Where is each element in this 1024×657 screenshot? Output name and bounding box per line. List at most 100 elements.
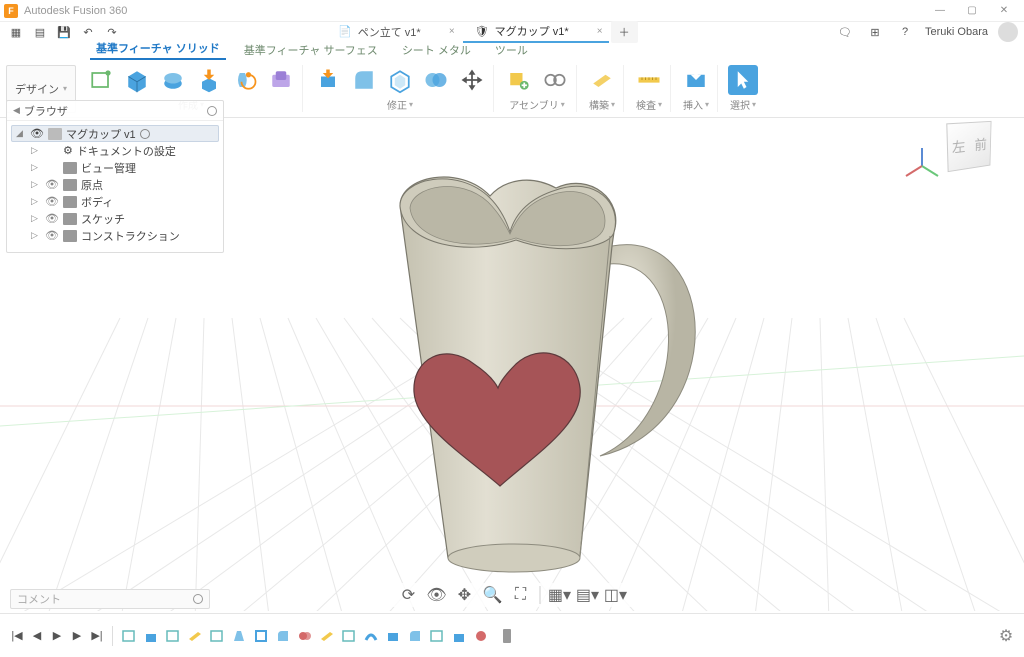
user-area: 🗨 ⊞ ? Teruki Obara — [835, 22, 1018, 42]
joint-icon[interactable] — [540, 65, 570, 95]
fillet-icon[interactable] — [349, 65, 379, 95]
select-icon[interactable] — [728, 65, 758, 95]
tree-item-docsettings[interactable]: ▷⚙ドキュメントの設定 — [11, 142, 219, 159]
viewcube-left[interactable]: 左 — [952, 137, 966, 158]
ribbon-tab-tools[interactable]: ツール — [489, 40, 534, 60]
feature-shell-1[interactable] — [252, 627, 270, 645]
viewcube-front[interactable]: 前 — [974, 135, 986, 155]
timeline-last[interactable]: ▶| — [88, 627, 106, 645]
display-settings-icon[interactable]: ▦▾ — [551, 586, 569, 604]
feature-sketch-5[interactable] — [428, 627, 446, 645]
data-panel-button[interactable]: ▦ — [6, 23, 26, 41]
create-form-icon[interactable] — [158, 65, 188, 95]
doc-tab-mugcup[interactable]: 🛡 マグカップ v1* × — [463, 21, 609, 43]
comment-input[interactable]: コメント — [10, 589, 210, 609]
file-button[interactable]: ▤ — [30, 23, 50, 41]
viewport-layout-icon[interactable]: ◫▾ — [607, 586, 625, 604]
feature-sketch-2[interactable] — [164, 627, 182, 645]
box-icon[interactable] — [122, 65, 152, 95]
notifications-icon[interactable]: 🗨 — [835, 23, 855, 41]
user-name[interactable]: Teruki Obara — [925, 26, 988, 38]
feature-fillet-2[interactable] — [406, 627, 424, 645]
viewcube[interactable]: 左 前 — [936, 112, 1006, 182]
comment-placeholder: コメント — [17, 591, 61, 607]
window-close[interactable]: ✕ — [988, 1, 1020, 21]
timeline-prev[interactable]: ◀ — [28, 627, 46, 645]
timeline-first[interactable]: |◀ — [8, 627, 26, 645]
window-minimize[interactable]: — — [924, 1, 956, 21]
tree-item-origin[interactable]: ▷👁原点 — [11, 176, 219, 193]
new-component-icon[interactable] — [504, 65, 534, 95]
feature-combine-1[interactable] — [296, 627, 314, 645]
extensions-icon[interactable]: ⊞ — [865, 23, 885, 41]
comment-settings-icon[interactable] — [193, 594, 203, 604]
combine-icon[interactable] — [421, 65, 451, 95]
measure-icon[interactable] — [634, 65, 664, 95]
feature-plane-1[interactable] — [186, 627, 204, 645]
close-icon[interactable]: × — [449, 26, 455, 37]
tree-item-construction[interactable]: ▷👁コンストラクション — [11, 227, 219, 244]
tree-label: コンストラクション — [81, 228, 180, 244]
shell-icon[interactable] — [385, 65, 415, 95]
feature-sketch-4[interactable] — [340, 627, 358, 645]
feature-fillet-1[interactable] — [274, 627, 292, 645]
ribbon-tab-surface[interactable]: 基準フィーチャ サーフェス — [238, 40, 384, 60]
orbit-icon[interactable]: ⟳ — [400, 586, 418, 604]
feature-appearance-1[interactable] — [472, 627, 490, 645]
tree-item-views[interactable]: ▷ビュー管理 — [11, 159, 219, 176]
browser-settings-icon[interactable] — [207, 106, 217, 116]
feature-sketch-3[interactable] — [208, 627, 226, 645]
pan-icon[interactable]: ✥ — [456, 586, 474, 604]
close-icon[interactable]: × — [597, 26, 603, 37]
avatar[interactable] — [998, 22, 1018, 42]
tree-item-bodies[interactable]: ▷👁ボディ — [11, 193, 219, 210]
timeline-scrubber[interactable] — [503, 633, 994, 639]
tree-label: スケッチ — [81, 211, 125, 227]
revolve-icon[interactable] — [230, 65, 260, 95]
feature-plane-2[interactable] — [318, 627, 336, 645]
feature-sweep-1[interactable] — [362, 627, 380, 645]
doc-tab-penstand[interactable]: 📄 ペン立て v1* × — [326, 21, 461, 43]
emboss-icon[interactable] — [266, 65, 296, 95]
document-tabs: 📄 ペン立て v1* × 🛡 マグカップ v1* × ＋ — [326, 21, 831, 43]
save-button[interactable]: 💾 — [54, 23, 74, 41]
tree-item-sketches[interactable]: ▷👁スケッチ — [11, 210, 219, 227]
timeline-playhead[interactable] — [503, 629, 511, 643]
plane-icon[interactable] — [587, 65, 617, 95]
fit-icon[interactable]: ⛶ — [512, 586, 530, 604]
window-maximize[interactable]: ▢ — [956, 1, 988, 21]
press-pull-icon[interactable] — [313, 65, 343, 95]
ribbon-group-construct: 構築▾ — [581, 65, 624, 112]
timeline-next[interactable]: ▶ — [68, 627, 86, 645]
group-label: 選択 — [730, 97, 750, 112]
move-icon[interactable] — [457, 65, 487, 95]
tree-root[interactable]: ◢👁 マグカップ v1 — [11, 125, 219, 142]
group-label: アセンブリ — [509, 97, 559, 112]
timeline-play[interactable]: ▶ — [48, 627, 66, 645]
activate-radio[interactable] — [140, 129, 150, 139]
new-sketch-icon[interactable] — [86, 65, 116, 95]
feature-loft-1[interactable] — [230, 627, 248, 645]
doc-tab-label: マグカップ v1* — [495, 23, 569, 39]
help-icon[interactable]: ? — [895, 23, 915, 41]
zoom-icon[interactable]: 🔍 — [484, 586, 502, 604]
ribbon-group-modify: 修正▾ — [307, 65, 494, 112]
look-icon[interactable]: 👁 — [428, 586, 446, 604]
feature-extrude-1[interactable] — [142, 627, 160, 645]
ribbon-group-assembly: アセンブリ▾ — [498, 65, 577, 112]
grid-settings-icon[interactable]: ▤▾ — [579, 586, 597, 604]
timeline-settings-icon[interactable]: ⚙ — [996, 626, 1016, 646]
feature-sketch-1[interactable] — [120, 627, 138, 645]
navigation-toolbar: ⟳ 👁 ✥ 🔍 ⛶ ▦▾ ▤▾ ◫▾ — [392, 583, 633, 607]
ribbon-tab-solid[interactable]: 基準フィーチャ ソリッド — [90, 38, 226, 60]
new-tab-button[interactable]: ＋ — [611, 21, 638, 43]
ribbon-group-insert: 挿入▾ — [675, 65, 718, 112]
feature-combine-2[interactable] — [384, 627, 402, 645]
feature-extrude-2[interactable] — [450, 627, 468, 645]
doc-tab-label: ペン立て v1* — [358, 24, 421, 40]
tree-label: 原点 — [81, 177, 103, 193]
ribbon-tab-sheetmetal[interactable]: シート メタル — [396, 40, 477, 60]
insert-icon[interactable] — [681, 65, 711, 95]
extrude-icon[interactable] — [194, 65, 224, 95]
group-label: 修正 — [387, 97, 407, 112]
